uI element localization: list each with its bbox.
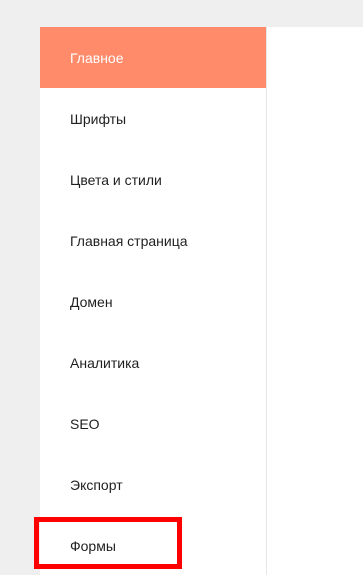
sidebar-item-label: Главная страница: [70, 232, 188, 249]
sidebar-item-label: Шрифты: [70, 110, 127, 127]
sidebar-item-colors-styles[interactable]: Цвета и стили: [40, 149, 266, 210]
sidebar-item-label: Аналитика: [70, 354, 140, 371]
settings-sidebar: Главное Шрифты Цвета и стили Главная стр…: [40, 27, 267, 575]
sidebar-item-seo[interactable]: SEO: [40, 393, 266, 454]
sidebar-item-analytics[interactable]: Аналитика: [40, 332, 266, 393]
top-background: [0, 0, 363, 27]
sidebar-item-label: Домен: [70, 293, 113, 310]
sidebar-item-label: Цвета и стили: [70, 171, 162, 188]
sidebar-item-export[interactable]: Экспорт: [40, 454, 266, 515]
sidebar-item-forms[interactable]: Формы: [40, 515, 266, 575]
sidebar-item-fonts[interactable]: Шрифты: [40, 88, 266, 149]
left-background: [0, 0, 40, 575]
sidebar-item-home-page[interactable]: Главная страница: [40, 210, 266, 271]
sidebar-item-domain[interactable]: Домен: [40, 271, 266, 332]
sidebar-item-label: Главное: [70, 49, 124, 66]
sidebar-item-label: Формы: [70, 537, 116, 554]
settings-page: Главное Шрифты Цвета и стили Главная стр…: [0, 0, 363, 575]
sidebar-item-main[interactable]: Главное: [40, 27, 266, 88]
content-area: [267, 27, 363, 575]
sidebar-item-label: Экспорт: [70, 476, 123, 493]
sidebar-item-label: SEO: [70, 415, 100, 432]
